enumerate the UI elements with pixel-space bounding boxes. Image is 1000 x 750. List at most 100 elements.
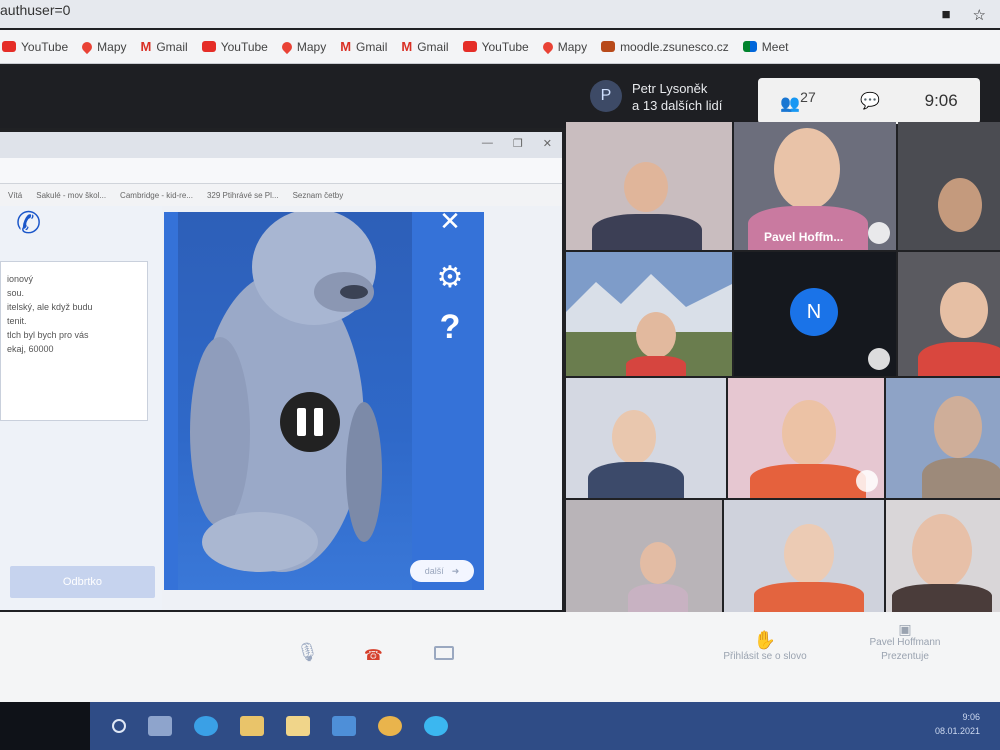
bookmark-mapy[interactable]: Mapy	[540, 39, 587, 54]
mic-off-icon	[868, 348, 890, 370]
participant-tile[interactable]	[566, 252, 732, 376]
shared-bookmark[interactable]: Seznam četby	[293, 191, 344, 200]
presenter-info: Petr Lysoněk a 13 dalších lidí	[632, 80, 722, 114]
settings-gear-icon[interactable]: ⚙	[432, 260, 468, 295]
bookmark-youtube[interactable]: YouTube	[2, 40, 68, 54]
participant-tile[interactable]	[886, 378, 1000, 498]
address-bar[interactable]: authuser=0 ■ ☆	[0, 0, 1000, 28]
bookmark-mapy[interactable]: Mapy	[279, 39, 326, 54]
participant-tile[interactable]	[898, 122, 1000, 250]
bookmarks-bar: YouTube Mapy M Gmail YouTube Mapy M Gmail …	[0, 30, 1000, 64]
hang-up-icon[interactable]: ☎	[364, 646, 383, 664]
store-icon[interactable]	[286, 716, 310, 736]
shared-bookmark[interactable]: Vítá	[8, 191, 22, 200]
participant-tile[interactable]: N	[734, 252, 896, 376]
shared-bookmarks-bar: Vítá Sakulé - mov škol... Cambridge - ki…	[0, 184, 562, 206]
bookmark-meet[interactable]: Meet	[742, 40, 788, 54]
desk-edge	[0, 702, 90, 750]
help-icon[interactable]: ?	[432, 308, 468, 347]
gmail-icon: M	[340, 39, 352, 54]
shared-bookmark[interactable]: Cambridge - kid-re...	[120, 191, 193, 200]
file-explorer-icon[interactable]	[240, 716, 264, 736]
participant-tile[interactable]	[724, 500, 884, 612]
youtube-icon	[462, 41, 477, 52]
camera-icon[interactable]	[434, 646, 454, 660]
arrow-right-icon: ➜	[451, 565, 460, 576]
screen: authuser=0 ■ ☆ YouTube Mapy M Gmail YouTu…	[0, 0, 1000, 750]
next-button[interactable]: další ➜	[410, 560, 474, 582]
shared-screen: — ❐ ✕ Vítá Sakulé - mov škol... Cambridg…	[0, 132, 562, 610]
task-view-icon[interactable]	[148, 716, 172, 736]
participant-tile[interactable]	[566, 500, 722, 612]
microphone-icon[interactable]: 🎙	[296, 642, 319, 663]
app-button[interactable]: Odbrtko	[10, 566, 155, 598]
taskbar-date: 08.01.2021	[934, 726, 980, 736]
participant-tile[interactable]: Pavel Hoffm...	[734, 122, 896, 250]
shared-bookmark[interactable]: Sakulé - mov škol...	[36, 191, 106, 200]
participant-grid: Pavel Hoffm... N	[562, 122, 1000, 612]
participant-tile[interactable]	[566, 122, 732, 250]
bookmark-gmail[interactable]: M Gmail	[340, 39, 387, 54]
gmail-icon: M	[140, 39, 152, 54]
bookmark-mapy[interactable]: Mapy	[80, 39, 127, 54]
taskbar-time: 9:06	[962, 712, 980, 722]
gmail-icon: M	[401, 39, 413, 54]
maps-pin-icon	[540, 39, 555, 54]
pause-icon	[297, 408, 306, 436]
presenting-indicator[interactable]: ▣ Pavel Hoffmann Prezentuje	[850, 622, 960, 664]
camera-icon[interactable]: ■	[941, 6, 950, 24]
participant-tile[interactable]	[566, 378, 726, 498]
presenter-others: a 13 dalších lidí	[632, 98, 723, 113]
moodle-icon	[601, 41, 616, 52]
bookmark-moodle[interactable]: moodle.zsunesco.cz	[601, 40, 729, 54]
system-tray: 9:06 08.01.2021	[935, 710, 980, 738]
edge-icon[interactable]	[194, 716, 218, 736]
youtube-icon	[2, 41, 16, 52]
shared-browser-toolbar	[0, 158, 562, 184]
phone-icon[interactable]: ✆	[16, 206, 41, 241]
participant-tile[interactable]	[886, 500, 1000, 612]
maps-pin-icon	[279, 39, 294, 54]
bookmark-gmail[interactable]: M Gmail	[401, 39, 448, 54]
chat-button[interactable]: 💬	[860, 91, 880, 111]
address-bar-icons: ■ ☆	[941, 6, 986, 24]
minimize-icon[interactable]: —	[482, 137, 493, 150]
bookmark-gmail[interactable]: M Gmail	[141, 39, 188, 54]
chrome-icon[interactable]	[378, 716, 402, 736]
presenter-avatar: P	[590, 80, 622, 112]
bookmark-star-icon[interactable]: ☆	[973, 6, 986, 24]
people-icon: 👥	[780, 95, 801, 113]
left-app-panel: ✆ ionový sou. itelský, ale když budu ten…	[0, 206, 162, 610]
participant-tile[interactable]	[728, 378, 884, 498]
maps-pin-icon	[80, 39, 95, 54]
pause-button[interactable]	[280, 392, 340, 452]
text-panel: ionový sou. itelský, ale když budu tenit…	[0, 261, 148, 421]
close-icon[interactable]: ✕	[432, 212, 468, 237]
url-text: authuser=0	[0, 2, 71, 18]
start-icon[interactable]	[112, 719, 126, 733]
participant-tile[interactable]	[898, 252, 1000, 376]
ie-icon[interactable]	[424, 716, 448, 736]
raise-hand-button[interactable]: ✋ Přihlásit se o slovo	[710, 630, 820, 662]
maximize-icon[interactable]: ❐	[513, 137, 523, 150]
shared-bookmark[interactable]: 329 Ptihrávé se Pl...	[207, 191, 279, 200]
participant-name: Pavel Hoffm...	[764, 230, 844, 244]
close-icon[interactable]: ✕	[543, 137, 552, 150]
window-controls: — ❐ ✕	[482, 137, 552, 150]
hand-icon: ✋	[753, 630, 777, 650]
mail-icon[interactable]	[332, 716, 356, 736]
windows-taskbar: 9:06 08.01.2021	[90, 702, 1000, 750]
chat-icon: 💬	[860, 93, 881, 110]
mic-off-icon	[856, 470, 878, 492]
meet-icon	[742, 41, 757, 52]
viewer-controls: ✕ ⚙ ?	[432, 212, 472, 590]
bookmark-youtube[interactable]: YouTube	[462, 40, 529, 54]
people-button[interactable]: 👥27	[780, 89, 816, 113]
meet-top-controls: 👥27 💬 9:06	[758, 78, 980, 124]
bookmark-youtube[interactable]: YouTube	[201, 40, 268, 54]
shared-browser-tabbar: — ❐ ✕	[0, 132, 562, 158]
presenter-name: Petr Lysoněk	[632, 81, 708, 96]
meeting-clock: 9:06	[924, 91, 958, 110]
mic-off-icon	[868, 222, 890, 244]
youtube-icon	[201, 41, 216, 52]
